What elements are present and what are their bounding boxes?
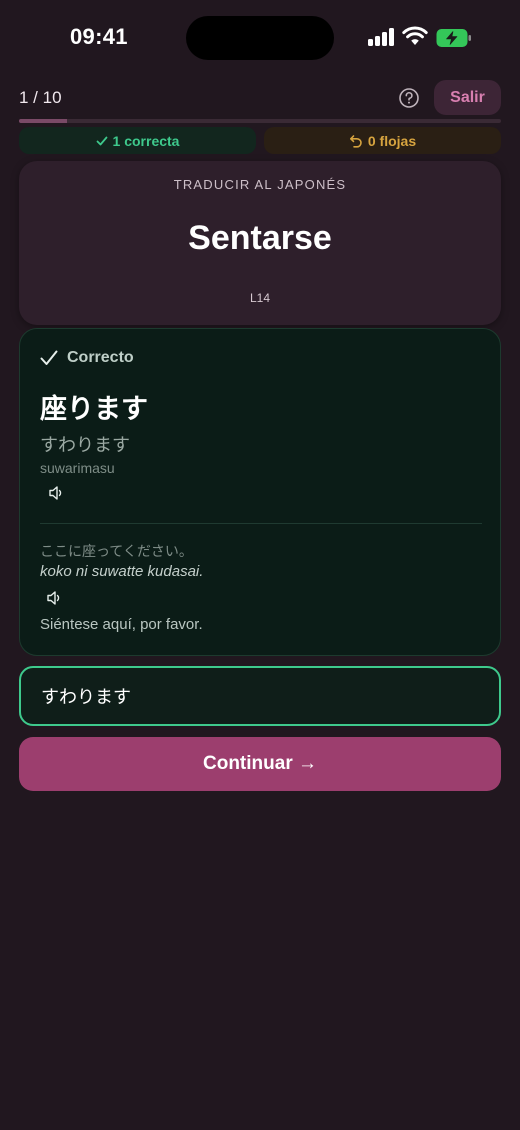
progress-bar-fill [19,119,68,123]
prompt-word: Sentarse [188,219,332,257]
progress-counter: 1 / 10 [19,88,62,107]
example-sentence-japanese: ここに座ってください。 [40,543,193,559]
result-card: Correcto 座ります すわります suwarimasu ここに座ってくださ… [19,328,501,656]
prompt-instruction: TRADUCIR AL JAPONÉS [173,177,347,192]
status-time: 09:41 [70,24,128,49]
wifi-icon [402,26,428,45]
weak-counter-badge: 0 flojas [264,127,501,154]
progress-bar [19,119,501,123]
result-status: Correcto [67,349,134,366]
correct-counter-label: 1 correcta [112,132,180,149]
prompt-card: TRADUCIR AL JAPONÉS Sentarse L14 [19,161,501,325]
divider [40,523,482,524]
speaker-icon[interactable] [46,590,64,606]
answer-romaji: suwarimasu [40,460,115,476]
lesson-tag: L14 [249,291,271,305]
check-icon [96,136,107,145]
battery-charging-icon [436,29,471,47]
example-sentence-romaji: koko ni suwatte kudasai. [40,563,204,580]
answer-input[interactable] [19,666,501,726]
speaker-icon[interactable] [48,485,66,501]
answer-kana: すわります [40,435,130,455]
help-icon[interactable] [398,87,420,109]
exit-button[interactable]: Salir [434,80,501,115]
check-icon [40,350,58,365]
undo-icon [349,134,362,148]
dynamic-island [186,16,334,60]
answer-kanji: 座ります [40,394,148,424]
weak-counter-label: 0 flojas [367,132,417,149]
continue-button[interactable]: Continuar → [19,737,501,791]
example-sentence-translation: Siéntese aquí, por favor. [40,616,203,633]
cellular-signal-icon [368,28,396,46]
correct-counter-badge: 1 correcta [19,127,256,154]
